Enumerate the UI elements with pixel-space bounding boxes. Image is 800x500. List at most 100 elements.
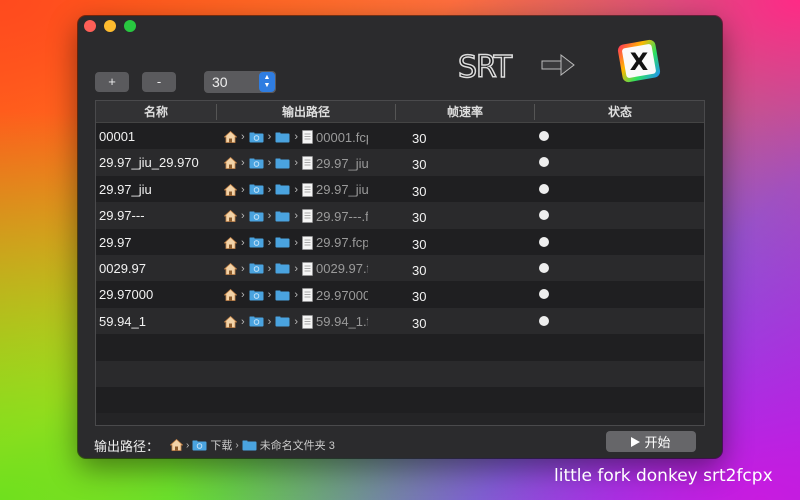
table-row[interactable]: 29.97_jiu ›››29.97_jiu.fcpxml 30 [96,175,704,203]
status-indicator [539,289,549,300]
row-frame-rate: 30 [412,236,427,252]
close-button[interactable] [84,20,96,32]
downloads-folder-icon [249,184,264,195]
row-name: 00001 [99,129,136,144]
row-output-path[interactable]: ›››29.97000.fcpxml [224,286,368,304]
row-output-path[interactable]: ›››29.97---.fcpxml [224,207,368,225]
table-row[interactable]: 29.97--- ›››29.97---.fcpxml 30 [96,202,704,229]
downloads-folder-icon [249,263,264,274]
row-output-path[interactable]: ›››59.94_1.fcpxml [224,313,368,331]
row-output-path[interactable]: ›››29.97.fcpxml [224,234,368,252]
final-cut-pro-icon: X [617,39,661,83]
table-row[interactable]: 29.97_jiu_29.970 ›››29.97_jiu_29.970.fcpx… [96,149,704,176]
downloads-folder-icon [249,237,264,248]
folder-icon [275,290,290,301]
col-header-status[interactable]: 状态 [535,101,704,123]
output-folder-label: 未命名文件夹 3 [259,440,335,452]
row-output-path[interactable]: ›››0029.97.fcpxml [224,260,368,278]
play-icon [631,436,641,447]
table-row[interactable]: 59.94_1 ›››59.94_1.fcpxml 30 [96,307,704,335]
zoom-button[interactable] [124,20,136,32]
home-icon [224,289,237,302]
remove-button[interactable]: - [142,72,176,92]
folder-icon [275,211,290,222]
document-icon [302,314,313,329]
arrow-right-icon [541,53,575,77]
row-name: 59.94_1 [99,313,146,329]
row-frame-rate: 30 [412,315,427,331]
folder-icon [275,158,290,169]
row-file-name: 59.94_1.fcpxml [316,314,368,330]
row-name: 29.97000 [99,287,154,303]
row-name: 29.97 [99,234,132,250]
row-frame-rate: 30 [412,210,427,226]
downloads-folder-icon [249,158,264,169]
table-row[interactable]: 0029.97 ›››0029.97.fcpxml 30 [96,254,704,282]
row-file-name: 29.97---.fcpxml [316,208,368,224]
row-output-path[interactable]: ›››00001.fcpxml [224,128,368,146]
downloads-folder-icon [192,440,207,450]
output-path-control[interactable]: › 下载 › 未命名文件夹 3 [170,437,335,453]
window-controls [84,20,136,32]
row-file-name: 0029.97.fcpxml [316,261,368,277]
row-frame-rate: 30 [412,183,427,199]
home-icon [170,439,183,451]
folder-icon [275,184,290,195]
folder-icon [275,263,290,274]
row-frame-rate: 30 [412,131,427,146]
row-file-name: 29.97_jiu.fcpxml [316,182,368,198]
row-file-name: 29.97_jiu_29.970.fcpxml [316,155,368,171]
table-body: 00001 ›››00001.fcpxml 30 29.97_jiu_29.970 ››… [96,123,704,414]
status-indicator [539,315,549,326]
folder-icon [242,440,257,450]
document-icon [302,182,313,197]
folder-icon [275,237,290,248]
stepper-arrows-icon[interactable]: ▲ ▼ [259,72,275,92]
output-path-label: 输出路径： [94,439,160,454]
status-indicator [539,183,549,194]
downloads-folder-icon [249,316,264,327]
home-icon [224,157,237,170]
status-indicator [539,131,549,141]
add-button[interactable]: + [95,72,129,92]
col-header-output-path[interactable]: 输出路径 [217,101,395,123]
row-name: 29.97_jiu_29.970 [99,155,199,171]
row-frame-rate: 30 [412,262,427,278]
document-icon [302,262,313,276]
row-output-path[interactable]: ›››29.97_jiu_29.970.fcpxml [224,154,368,172]
fcp-x-letter: X [630,48,649,76]
home-icon [224,262,237,275]
start-button[interactable]: 开始 [606,431,696,452]
home-icon [224,210,237,223]
row-name: 0029.97 [99,260,146,276]
row-output-path[interactable]: ›››29.97_jiu.fcpxml [224,181,368,199]
folder-icon [275,132,290,142]
row-file-name: 29.97.fcpxml [316,235,369,251]
status-indicator [539,157,549,168]
folder-icon [275,316,290,327]
row-name: 29.97_jiu [99,181,152,197]
status-indicator [539,236,549,247]
minimize-button[interactable] [104,20,116,32]
empty-row [96,360,704,387]
col-header-name[interactable]: 名称 [96,101,216,123]
home-icon [224,315,237,328]
home-icon [224,183,237,196]
document-icon [302,288,313,303]
srt-label: SRT [457,49,513,86]
row-file-name: 00001.fcpxml [316,129,368,145]
home-icon [224,131,237,143]
empty-row [96,334,704,361]
fps-stepper[interactable]: 30 ▲ ▼ [204,71,276,93]
document-icon [302,209,313,223]
start-button-label: 开始 [644,435,671,450]
table-row[interactable]: 00001 ›››00001.fcpxml 30 [96,123,704,150]
row-name: 29.97--- [99,208,145,224]
table-header: 名称 输出路径 帧速率 状态 [96,101,704,123]
row-file-name: 29.97000.fcpxml [316,287,368,303]
table-row[interactable]: 29.97000 ›››29.97000.fcpxml 30 [96,281,704,308]
files-table: 名称 输出路径 帧速率 状态 00001›››00001.fcpxml3029.… [95,100,705,426]
row-frame-rate: 30 [412,289,427,305]
table-row[interactable]: 29.97 ›››29.97.fcpxml 30 [96,228,704,255]
col-header-frame-rate[interactable]: 帧速率 [396,101,534,123]
